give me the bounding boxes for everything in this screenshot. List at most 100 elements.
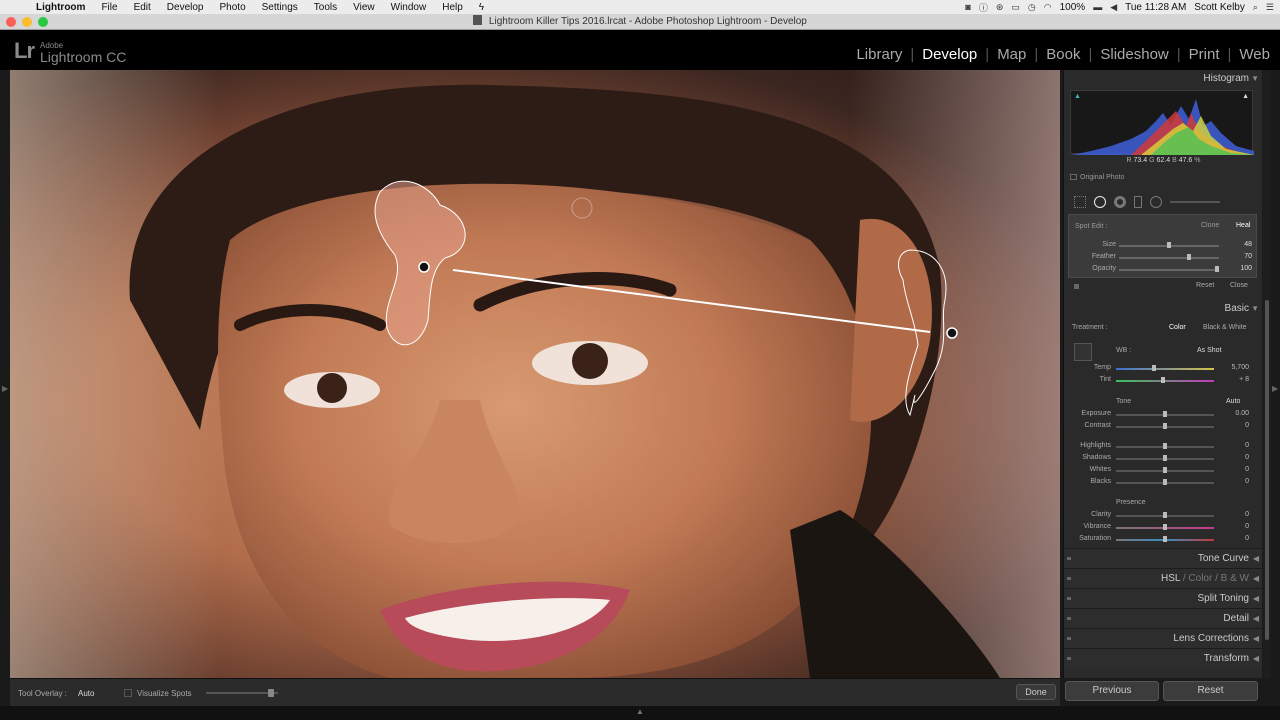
hsl-tab[interactable]: HSL	[1161, 573, 1180, 584]
wb-select[interactable]: As Shot	[1197, 347, 1222, 354]
zoom-window-button[interactable]	[38, 17, 48, 27]
saturation-row[interactable]: Saturation 0	[1064, 535, 1262, 545]
notification-center-icon[interactable]: ☰	[1266, 2, 1274, 13]
opacity-slider-thumb[interactable]	[1215, 266, 1219, 272]
clarity-row[interactable]: Clarity 0	[1064, 511, 1262, 521]
expand-lens-corrections-icon[interactable]: ◀	[1253, 629, 1259, 649]
visualize-spots-slider-thumb[interactable]	[268, 689, 274, 697]
reset-button[interactable]: Reset	[1163, 681, 1258, 701]
module-slideshow[interactable]: Slideshow	[1098, 46, 1170, 63]
bw-tab[interactable]: B & W	[1221, 573, 1249, 584]
highlights-value[interactable]: 0	[1245, 442, 1249, 449]
minimize-window-button[interactable]	[22, 17, 32, 27]
tone-auto-button[interactable]: Auto	[1226, 398, 1240, 405]
module-web[interactable]: Web	[1237, 46, 1272, 63]
tint-slider[interactable]	[1116, 380, 1214, 382]
size-slider-thumb[interactable]	[1167, 242, 1171, 248]
saturation-value[interactable]: 0	[1245, 535, 1249, 542]
hsl-panel-header[interactable]: HSL / Color / B & W ◀	[1064, 568, 1262, 588]
tool-overlay-select[interactable]: Auto	[78, 689, 94, 698]
toggle-hsl-icon[interactable]	[1067, 577, 1071, 580]
expand-tone-curve-icon[interactable]: ◀	[1253, 549, 1259, 569]
opacity-value[interactable]: 100	[1240, 265, 1252, 272]
feather-slider-row[interactable]: Feather 70	[1069, 253, 1258, 263]
spot-close-button[interactable]: Close	[1230, 282, 1248, 289]
expand-split-toning-icon[interactable]: ◀	[1253, 589, 1259, 609]
contrast-row[interactable]: Contrast 0	[1064, 422, 1262, 432]
collapse-histogram-icon[interactable]: ▼	[1251, 70, 1259, 88]
menu-file[interactable]: File	[93, 2, 125, 13]
user-name[interactable]: Scott Kelby	[1194, 2, 1245, 13]
menu-develop[interactable]: Develop	[159, 2, 212, 13]
lightning-icon[interactable]: ϟ	[471, 2, 492, 13]
vibrance-value[interactable]: 0	[1245, 523, 1249, 530]
opacity-slider-row[interactable]: Opacity 100	[1069, 265, 1258, 275]
whites-row[interactable]: Whites 0	[1064, 466, 1262, 476]
menu-photo[interactable]: Photo	[212, 2, 254, 13]
histogram-graph[interactable]: ▲ ▲	[1070, 90, 1254, 155]
module-map[interactable]: Map	[995, 46, 1028, 63]
spot-reset-button[interactable]: Reset	[1196, 282, 1214, 289]
graduated-filter-icon[interactable]	[1134, 196, 1142, 208]
right-panel-scrollbar[interactable]	[1263, 70, 1271, 678]
clock[interactable]: Tue 11:28 AM	[1125, 2, 1186, 13]
spotlight-icon[interactable]: ⌕	[1253, 2, 1258, 13]
split-toning-panel-header[interactable]: Split Toning ◀	[1064, 588, 1262, 608]
size-slider-row[interactable]: Size 48	[1069, 241, 1258, 251]
sync-icon[interactable]: ⊛	[996, 2, 1004, 13]
left-panel-toggle-icon[interactable]: ▶	[2, 384, 8, 393]
time-machine-icon[interactable]: ◷	[1028, 2, 1036, 13]
toggle-tool-icon[interactable]	[1074, 284, 1079, 289]
original-photo-toggle[interactable]: Original Photo	[1070, 174, 1124, 181]
toggle-tone-curve-icon[interactable]	[1067, 557, 1071, 560]
exposure-value[interactable]: 0.00	[1235, 410, 1249, 417]
close-window-button[interactable]	[6, 17, 16, 27]
toggle-transform-icon[interactable]	[1067, 657, 1071, 660]
detail-panel-header[interactable]: Detail ◀	[1064, 608, 1262, 628]
module-develop[interactable]: Develop	[920, 46, 979, 63]
treatment-color[interactable]: Color	[1169, 324, 1186, 331]
color-tab[interactable]: Color	[1188, 573, 1212, 584]
whites-value[interactable]: 0	[1245, 466, 1249, 473]
heal-source-pin[interactable]	[946, 327, 958, 339]
heal-target-pin[interactable]	[418, 261, 430, 273]
done-button[interactable]: Done	[1016, 684, 1056, 700]
display-icon[interactable]: ▭	[1011, 2, 1020, 13]
tint-value[interactable]: + 8	[1239, 376, 1249, 383]
temp-row[interactable]: Temp 5,700	[1064, 364, 1262, 374]
menu-tools[interactable]: Tools	[306, 2, 345, 13]
shadows-row[interactable]: Shadows 0	[1064, 454, 1262, 464]
temp-value[interactable]: 5,700	[1231, 364, 1249, 371]
contrast-value[interactable]: 0	[1245, 422, 1249, 429]
filmstrip-toggle-icon[interactable]: ▲	[636, 707, 644, 716]
exposure-row[interactable]: Exposure 0.00	[1064, 410, 1262, 420]
shadow-clipping-icon[interactable]: ▲	[1074, 93, 1081, 100]
vibrance-row[interactable]: Vibrance 0	[1064, 523, 1262, 533]
photo-canvas[interactable]	[10, 70, 1060, 678]
red-eye-icon[interactable]	[1114, 196, 1126, 208]
expand-hsl-icon[interactable]: ◀	[1253, 569, 1259, 589]
blacks-value[interactable]: 0	[1245, 478, 1249, 485]
temp-slider[interactable]	[1116, 368, 1214, 370]
radial-filter-icon[interactable]	[1150, 196, 1162, 208]
camera-icon[interactable]: ◙	[965, 2, 970, 12]
menu-app[interactable]: Lightroom	[28, 2, 93, 13]
clarity-value[interactable]: 0	[1245, 511, 1249, 518]
expand-detail-icon[interactable]: ◀	[1253, 609, 1259, 629]
toggle-detail-icon[interactable]	[1067, 617, 1071, 620]
blacks-row[interactable]: Blacks 0	[1064, 478, 1262, 488]
previous-button[interactable]: Previous	[1065, 681, 1159, 701]
expand-transform-icon[interactable]: ◀	[1253, 649, 1259, 669]
treatment-bw[interactable]: Black & White	[1203, 324, 1247, 331]
visualize-spots-checkbox[interactable]	[124, 689, 132, 697]
lens-corrections-panel-header[interactable]: Lens Corrections ◀	[1064, 628, 1262, 648]
wb-selector-icon[interactable]	[1074, 343, 1092, 361]
wifi-icon[interactable]: ◠	[1044, 2, 1052, 13]
clone-mode-button[interactable]: Clone	[1201, 222, 1219, 229]
tint-row[interactable]: Tint + 8	[1064, 376, 1262, 386]
battery-icon[interactable]: ▬	[1093, 2, 1102, 12]
info-icon[interactable]: ⓘ	[979, 1, 988, 14]
menu-edit[interactable]: Edit	[126, 2, 159, 13]
crop-icon[interactable]	[1074, 196, 1086, 208]
toggle-split-toning-icon[interactable]	[1067, 597, 1071, 600]
